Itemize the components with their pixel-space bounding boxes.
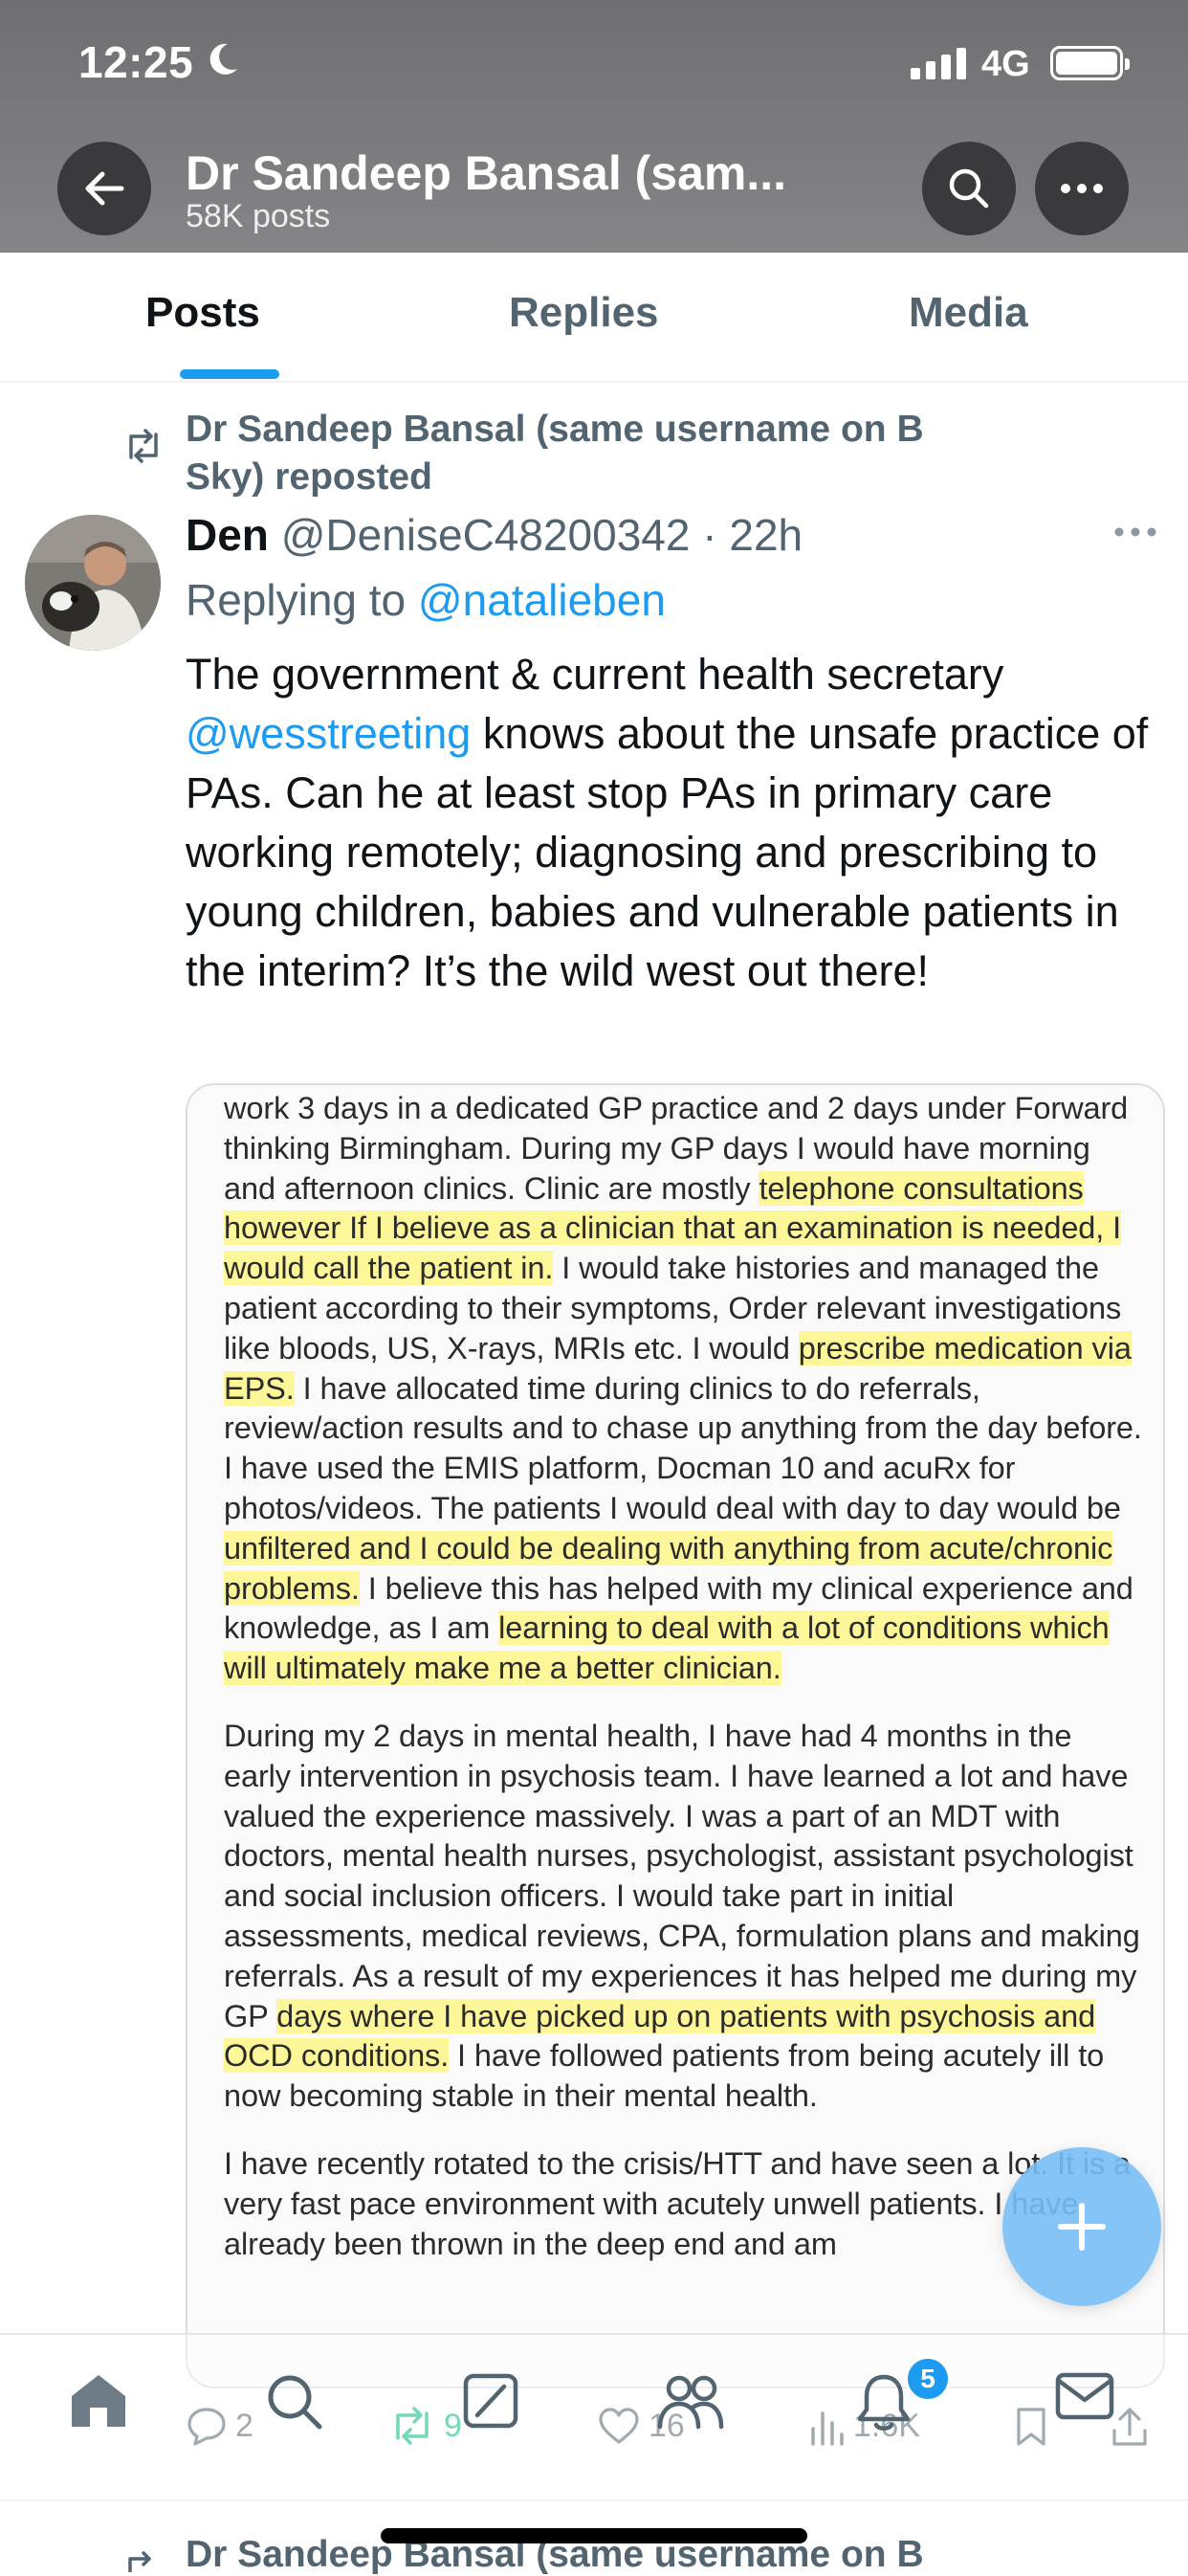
battery-icon (1050, 46, 1130, 80)
image-text-segment: During my 2 days in mental health, I hav… (224, 1718, 1140, 2033)
home-icon[interactable] (67, 2371, 130, 2431)
tweet-more-icon[interactable] (1113, 526, 1157, 538)
image-text-segment: I have allocated time during clinics to … (224, 1370, 1142, 1525)
back-button[interactable] (57, 142, 151, 235)
tab-posts[interactable]: Posts (145, 289, 260, 337)
tweet-author-line: Den @DeniseC48200342 · 22h (186, 509, 803, 561)
home-indicator (381, 2528, 807, 2543)
bottom-tab-bar (0, 2333, 1188, 2461)
active-tab-indicator (180, 369, 279, 379)
tweet-text: The government & current health secretar… (186, 645, 1152, 1001)
more-options-button[interactable] (1035, 142, 1129, 235)
profile-header: 12:25 4G Dr Sandeep Bansal (sam... 58K p… (0, 0, 1188, 253)
image-text-segment: I have recently rotated to the crisis/HT… (224, 2145, 1132, 2261)
replying-to: Replying to @natalieben (186, 574, 666, 626)
repost-icon (129, 429, 158, 463)
moon-icon (209, 43, 237, 75)
replying-to-label: Replying to (186, 575, 418, 625)
avatar[interactable] (25, 515, 161, 651)
grok-icon[interactable] (461, 2371, 520, 2431)
meta-separator: · (690, 510, 730, 560)
repost-label-line2: Sky) reposted (186, 456, 432, 498)
tweet-time[interactable]: 22h (729, 510, 803, 560)
search-button[interactable] (922, 142, 1016, 235)
tweet-mention[interactable]: @wesstreeting (186, 709, 471, 758)
profile-tabs: Posts Replies Media (0, 253, 1188, 383)
replying-to-mention[interactable]: @natalieben (418, 575, 666, 625)
network-type: 4G (981, 44, 1030, 84)
bell-icon[interactable] (855, 2371, 913, 2432)
image-text: work 3 days in a dedicated GP practice a… (224, 1089, 1142, 2292)
author-name[interactable]: Den (186, 510, 269, 560)
repost-label-line1: Dr Sandeep Bansal (same username on B (186, 409, 924, 450)
avatar-image (25, 515, 161, 651)
more-horizontal-icon (1061, 184, 1103, 193)
plus-icon (1058, 2203, 1106, 2251)
post-divider (0, 2499, 1188, 2501)
tab-replies[interactable]: Replies (509, 289, 659, 337)
search-icon (949, 168, 989, 209)
communities-icon[interactable] (656, 2371, 725, 2431)
post-count: 58K posts (186, 198, 331, 234)
notification-badge: 5 (905, 2356, 951, 2402)
repost-icon (128, 2551, 151, 2572)
profile-title: Dr Sandeep Bansal (sam... (186, 146, 787, 200)
tab-media[interactable]: Media (909, 289, 1028, 337)
compose-fab[interactable] (1002, 2147, 1161, 2306)
tweet-text-part1: The government & current health secretar… (186, 650, 1004, 699)
status-time: 12:25 (78, 37, 194, 87)
cellular-signal-icon (911, 48, 966, 79)
author-handle[interactable]: @DeniseC48200342 (281, 510, 691, 560)
search-tab-icon[interactable] (264, 2371, 325, 2432)
arrow-left-icon (85, 171, 124, 206)
repost-label: Dr Sandeep Bansal (same username on B Sk… (186, 406, 1046, 501)
mail-icon[interactable] (1054, 2371, 1115, 2421)
